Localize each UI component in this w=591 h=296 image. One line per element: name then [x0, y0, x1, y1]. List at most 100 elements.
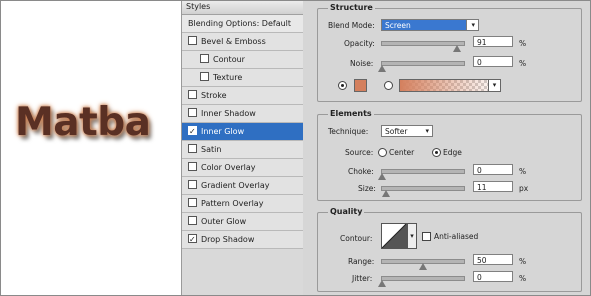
anti-aliased-checkbox[interactable] — [422, 232, 431, 241]
choke-label: Choke: — [348, 167, 374, 176]
styles-item[interactable]: Satin — [182, 141, 303, 159]
range-unit: % — [519, 257, 527, 266]
jitter-slider[interactable] — [378, 276, 465, 287]
styles-item-label: Texture — [213, 73, 243, 82]
styles-item-label: Bevel & Emboss — [201, 37, 266, 46]
styles-item[interactable]: Texture — [182, 69, 303, 87]
contour-curve-icon — [382, 224, 406, 248]
source-edge-radio[interactable] — [432, 148, 441, 157]
style-checkbox[interactable] — [188, 162, 197, 171]
anti-aliased-label[interactable]: Anti-aliased — [434, 232, 478, 241]
styles-item[interactable]: Drop Shadow — [182, 231, 303, 249]
styles-item-label: Inner Shadow — [201, 109, 256, 118]
style-checkbox[interactable] — [188, 123, 197, 140]
choke-slider-thumb[interactable] — [378, 173, 386, 180]
styles-item[interactable]: Inner Shadow — [182, 105, 303, 123]
jitter-slider-thumb[interactable] — [378, 280, 386, 287]
blend-mode-value: Screen — [385, 21, 411, 30]
styles-item-label: Color Overlay — [201, 163, 256, 172]
styles-item-label: Drop Shadow — [201, 235, 255, 244]
noise-label: Noise: — [350, 59, 374, 68]
source-center-label[interactable]: Center — [389, 148, 414, 157]
preview-text: Matba — [15, 100, 151, 145]
quality-title: Quality — [328, 207, 365, 216]
noise-slider[interactable] — [378, 61, 465, 72]
styles-header[interactable]: Styles — [182, 1, 303, 15]
source-edge-label[interactable]: Edge — [443, 148, 462, 157]
opacity-slider[interactable] — [381, 41, 465, 52]
blending-options-item[interactable]: Blending Options: Default — [182, 15, 303, 33]
technique-label: Technique: — [328, 127, 369, 136]
settings-panel: Structure Blend Mode: Screen ▾ Opacity: … — [303, 1, 590, 295]
opacity-unit: % — [519, 39, 527, 48]
gradient-dropdown-icon[interactable]: ▾ — [488, 80, 500, 91]
styles-item[interactable]: Stroke — [182, 87, 303, 105]
range-slider-thumb[interactable] — [419, 263, 427, 270]
jitter-field[interactable]: 0 — [473, 271, 513, 282]
gradient-radio[interactable] — [384, 81, 393, 90]
structure-group: Structure Blend Mode: Screen ▾ Opacity: … — [317, 3, 582, 102]
styles-item[interactable]: Contour — [182, 51, 303, 69]
styles-item-label: Satin — [201, 145, 222, 154]
styles-item-label: Contour — [213, 55, 245, 64]
styles-item-label: Stroke — [201, 91, 227, 100]
style-checkbox[interactable] — [188, 108, 197, 117]
size-slider[interactable] — [381, 186, 465, 197]
glow-color-swatch[interactable] — [354, 79, 367, 92]
noise-slider-thumb[interactable] — [378, 65, 386, 72]
choke-unit: % — [519, 167, 527, 176]
size-slider-thumb[interactable] — [381, 190, 390, 197]
elements-group: Elements Technique: Softer ▾ Source: Cen… — [317, 109, 582, 201]
glow-gradient-picker[interactable]: ▾ — [399, 79, 501, 92]
layer-style-dialog: Matba Styles Blending Options: Default B… — [0, 0, 591, 296]
preview-area: Matba — [1, 1, 171, 295]
style-checkbox[interactable] — [200, 54, 209, 63]
styles-item[interactable]: Color Overlay — [182, 159, 303, 177]
styles-item[interactable]: Outer Glow — [182, 213, 303, 231]
opacity-field[interactable]: 91 — [473, 36, 513, 47]
style-checkbox[interactable] — [188, 144, 197, 153]
source-center-radio[interactable] — [378, 148, 387, 157]
source-label: Source: — [345, 148, 374, 157]
contour-picker[interactable] — [381, 223, 407, 249]
styles-item[interactable]: Inner Glow — [182, 123, 303, 141]
opacity-slider-thumb[interactable] — [452, 45, 461, 52]
style-checkbox[interactable] — [200, 72, 209, 81]
size-label: Size: — [358, 184, 376, 193]
noise-unit: % — [519, 59, 527, 68]
contour-dropdown-icon[interactable]: ▾ — [407, 223, 417, 249]
range-slider[interactable] — [381, 259, 465, 270]
quality-group: Quality Contour: ▾ Anti-aliased Range: 5… — [317, 207, 582, 292]
styles-panel-footer — [182, 257, 303, 295]
blend-mode-select[interactable]: Screen ▾ — [381, 19, 479, 31]
range-field[interactable]: 50 — [473, 254, 513, 265]
styles-item[interactable]: Gradient Overlay — [182, 177, 303, 195]
style-checkbox[interactable] — [188, 36, 197, 45]
blend-mode-label: Blend Mode: — [328, 21, 375, 30]
size-unit: px — [519, 184, 529, 193]
style-checkbox[interactable] — [188, 90, 197, 99]
styles-item-label: Outer Glow — [201, 217, 247, 226]
elements-title: Elements — [328, 109, 374, 118]
styles-item[interactable]: Pattern Overlay — [182, 195, 303, 213]
jitter-unit: % — [519, 274, 527, 283]
jitter-label: Jitter: — [352, 274, 373, 283]
styles-item[interactable]: Bevel & Emboss — [182, 33, 303, 51]
color-radio[interactable] — [338, 81, 347, 90]
styles-panel: Styles Blending Options: Default Bevel &… — [181, 1, 304, 295]
chevron-down-icon: ▾ — [425, 127, 429, 135]
choke-slider[interactable] — [378, 169, 465, 180]
style-checkbox[interactable] — [188, 180, 197, 189]
styles-item-label: Gradient Overlay — [201, 181, 270, 190]
opacity-label: Opacity: — [344, 39, 375, 48]
size-field[interactable]: 11 — [473, 181, 513, 192]
style-checkbox[interactable] — [188, 198, 197, 207]
choke-field[interactable]: 0 — [473, 164, 513, 175]
style-checkbox[interactable] — [188, 231, 197, 248]
structure-title: Structure — [328, 3, 375, 12]
noise-field[interactable]: 0 — [473, 56, 513, 67]
styles-list: Bevel & Emboss Contour Texture Stroke Inner … — [182, 33, 303, 249]
technique-select[interactable]: Softer ▾ — [381, 125, 433, 137]
style-checkbox[interactable] — [188, 216, 197, 225]
chevron-down-icon: ▾ — [471, 21, 475, 29]
